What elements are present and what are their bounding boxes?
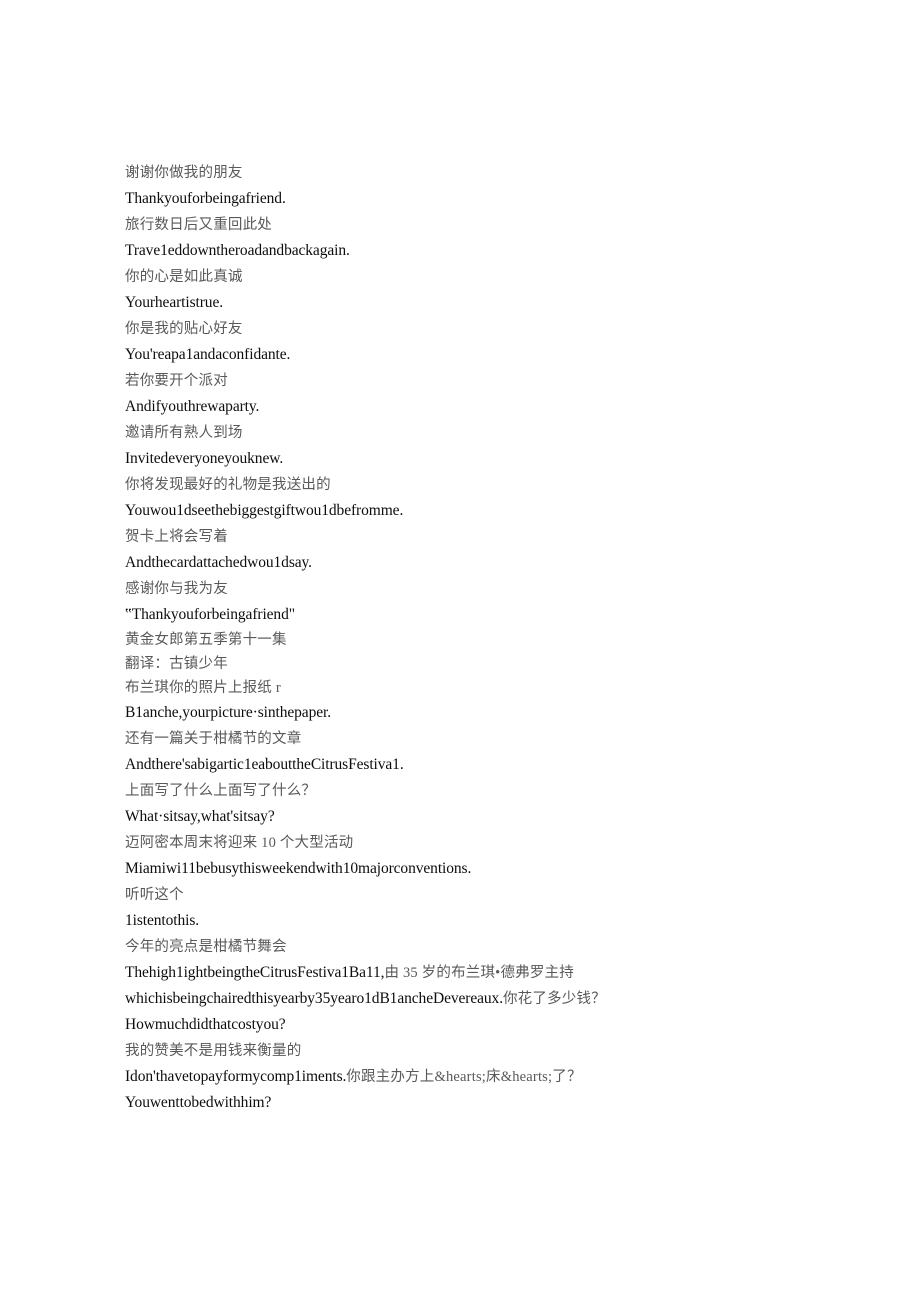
subtitle-line-english: Andthere'sabigartic1eabouttheCitrusFesti… bbox=[125, 756, 404, 773]
subtitle-paragraph-mixed: Thehigh1ightbeingtheCitrusFestiva1Ba11,由… bbox=[125, 960, 617, 1012]
subtitle-line-english: B1anche,yourpicture·sinthepaper. bbox=[125, 704, 331, 721]
subtitle-line-chinese: 你的心是如此真诚 bbox=[125, 269, 243, 285]
subtitle-line-chinese: 布兰琪你的照片上报纸 r bbox=[125, 680, 281, 696]
subtitle-line-chinese: 邀请所有熟人到场 bbox=[125, 425, 243, 441]
subtitle-line-chinese: 谢谢你做我的朋友 bbox=[125, 165, 243, 181]
subtitle-line-chinese: 你将发现最好的礼物是我送出的 bbox=[125, 477, 331, 493]
subtitle-line-english: Trave1eddowntheroadandbackagain. bbox=[125, 242, 350, 259]
subtitle-line-english: Youwenttobedwithhim? bbox=[125, 1094, 272, 1111]
subtitle-line-chinese: 迈阿密本周末将迎来 10 个大型活动 bbox=[125, 835, 354, 851]
subtitle-line-english: ‟Thankyouforbeingafriend" bbox=[125, 606, 295, 623]
subtitle-line-chinese: 今年的亮点是柑橘节舞会 bbox=[125, 939, 287, 955]
subtitle-line-english: Andthecardattachedwou1dsay. bbox=[125, 554, 312, 571]
subtitle-line-chinese: 听听这个 bbox=[125, 887, 184, 903]
segment-english: Thehigh1ightbeingtheCitrusFestiva1Ba11, bbox=[125, 964, 385, 981]
segment-english: whichisbeingchairedthisyearby35yearo1dB1… bbox=[125, 990, 503, 1007]
subtitle-line-chinese: 上面写了什么上面写了什么？ bbox=[125, 783, 317, 799]
subtitle-line-english: Miamiwi11bebusythisweekendwith10majorcon… bbox=[125, 860, 472, 877]
segment-chinese: 由 35 岁的布兰琪•德弗罗主持 bbox=[384, 965, 574, 981]
subtitle-line-chinese: 旅行数日后又重回此处 bbox=[125, 217, 272, 233]
subtitle-line-english: Yourheartistrue. bbox=[125, 294, 223, 311]
subtitle-line-english: You'reapa1andaconfidante. bbox=[125, 346, 291, 363]
subtitle-line-english: Howmuchdidthatcostyou? bbox=[125, 1016, 286, 1033]
subtitle-line-english: Andifyouthrewaparty. bbox=[125, 398, 260, 415]
transcript-body: 谢谢你做我的朋友 Thankyouforbeingafriend. 旅行数日后又重回… bbox=[125, 160, 617, 1116]
subtitle-line-english: Thankyouforbeingafriend. bbox=[125, 190, 286, 207]
subtitle-line-chinese: 贺卡上将会写着 bbox=[125, 529, 228, 545]
subtitle-paragraph-mixed: Idon'thavetopayformycomp1iments.你跟主办方上&h… bbox=[125, 1064, 617, 1090]
subtitle-line-chinese: 你是我的贴心好友 bbox=[125, 321, 243, 337]
subtitle-line-english: Invitedeveryoneyouknew. bbox=[125, 450, 284, 467]
subtitle-line-chinese: 感谢你与我为友 bbox=[125, 581, 228, 597]
subtitle-line-chinese: 我的赞美不是用钱来衡量的 bbox=[125, 1043, 302, 1059]
subtitle-line-chinese: 黄金女郎第五季第十一集 bbox=[125, 632, 287, 648]
segment-chinese: 你跟主办方上&hearts;床&hearts;了？ bbox=[346, 1069, 582, 1085]
subtitle-line-english: 1istentothis. bbox=[125, 912, 200, 929]
subtitle-line-chinese: 若你要开个派对 bbox=[125, 373, 228, 389]
subtitle-line-english: What·sitsay,what'sitsay? bbox=[125, 808, 275, 825]
segment-chinese: 你花了多少钱？ bbox=[502, 991, 606, 1007]
subtitle-line-chinese: 还有一篇关于柑橘节的文章 bbox=[125, 731, 302, 747]
segment-english: Idon'thavetopayformycomp1iments. bbox=[125, 1068, 347, 1085]
subtitle-line-english: Youwou1dseethebiggestgiftwou1dbefromme. bbox=[125, 502, 404, 519]
subtitle-line-chinese: 翻译：古镇少年 bbox=[125, 656, 228, 672]
